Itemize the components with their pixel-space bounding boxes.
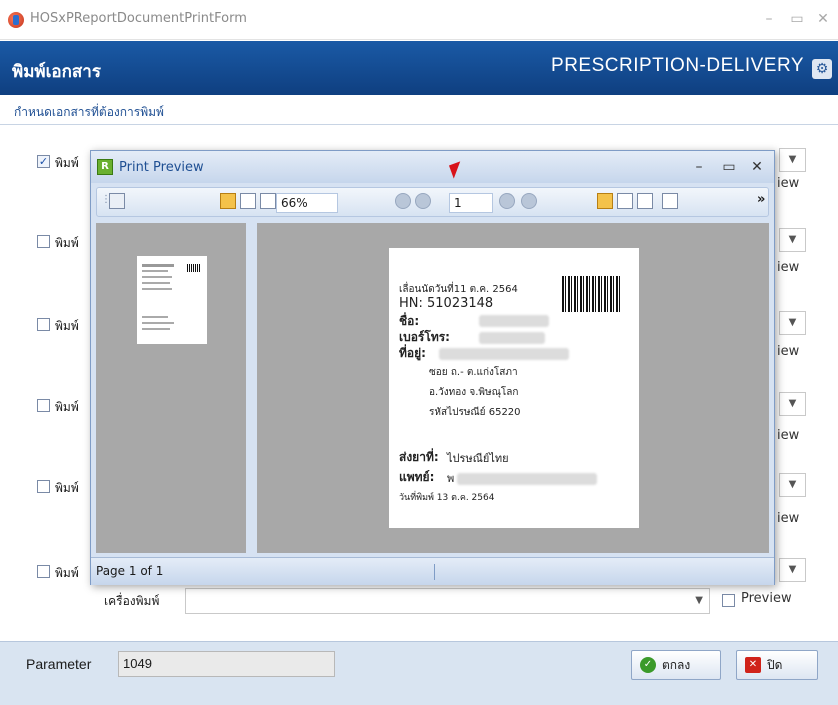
preview-label: iew	[777, 511, 800, 526]
form-header: พิมพ์เอกสาร PRESCRIPTION-DELIVERY ⚙	[0, 41, 838, 95]
row-label: พิมพ์	[55, 319, 79, 333]
first-page-icon[interactable]	[395, 193, 411, 209]
row-label: พิมพ์	[55, 566, 79, 580]
document-combo-dropdown[interactable]: ▼	[779, 392, 806, 416]
report-name: PRESCRIPTION-DELIVERY	[551, 55, 804, 76]
form-title: พิมพ์เอกสาร	[12, 62, 101, 82]
next-page-icon[interactable]	[499, 193, 515, 209]
page-count-status: Page 1 of 1	[96, 564, 164, 578]
print-checkbox[interactable]	[37, 480, 50, 493]
document-combo-dropdown[interactable]: ▼	[779, 228, 806, 252]
parameter-field[interactable]: 1049	[118, 651, 335, 677]
preview-maximize-button[interactable]: ▭	[719, 158, 739, 176]
preview-minimize-button[interactable]: –	[689, 158, 709, 176]
redacted-name	[479, 315, 549, 327]
barcode	[562, 276, 622, 312]
preview-checkbox-label: Preview	[741, 591, 792, 606]
address-line-2: อ.วังทอง จ.พิษณุโลก	[429, 387, 519, 398]
print-preview-titlebar: R Print Preview – ▭ ✕	[91, 151, 774, 183]
minimize-button[interactable]: –	[758, 9, 780, 29]
window-titlebar: HOSxPReportDocumentPrintForm – ▭ ✕	[0, 0, 838, 40]
redacted-doctor	[457, 473, 597, 485]
hn-line: HN: 51023148	[399, 296, 494, 311]
maximize-button[interactable]: ▭	[786, 9, 808, 29]
parameter-label: Parameter	[26, 656, 92, 672]
row-label: พิมพ์	[55, 236, 79, 250]
print-date: วันที่พิมพ์ 13 ต.ค. 2564	[399, 493, 495, 503]
document-combo-dropdown[interactable]: ▼	[779, 311, 806, 335]
page-number-field[interactable]: 1	[449, 193, 493, 213]
printer-combo[interactable]: ▼	[185, 588, 710, 614]
whole-page-icon[interactable]	[260, 193, 276, 209]
previous-page-icon[interactable]	[415, 193, 431, 209]
document-combo-dropdown[interactable]: ▼	[779, 473, 806, 497]
preview-canvas[interactable]: เลื่อนนัดวันที่11 ต.ค. 2564 HN: 51023148…	[257, 223, 769, 553]
two-page-view-icon[interactable]	[617, 193, 633, 209]
ship-label: ส่งยาที่:	[399, 450, 439, 464]
preview-label: iew	[777, 344, 800, 359]
address-line-3: รหัสไปรษณีย์ 65220	[429, 407, 521, 418]
report-icon: R	[97, 159, 113, 175]
close-window-button[interactable]: ✕	[812, 9, 834, 29]
ok-button-label: ตกลง	[662, 657, 691, 672]
toolbar-grip[interactable]: ⋮	[101, 194, 111, 212]
preview-statusbar: Page 1 of 1	[91, 557, 774, 585]
print-checkbox[interactable]	[37, 235, 50, 248]
close-icon: ✕	[745, 657, 761, 673]
redacted-address	[439, 348, 569, 360]
close-button-label: ปิด	[767, 657, 783, 672]
one-page-view-icon[interactable]	[597, 193, 613, 209]
print-checkbox[interactable]	[37, 565, 50, 578]
preview-close-button[interactable]: ✕	[747, 158, 767, 176]
address-label: ที่อยู่:	[399, 346, 426, 360]
preview-page: เลื่อนนัดวันที่11 ต.ค. 2564 HN: 51023148…	[389, 248, 639, 528]
last-page-icon[interactable]	[521, 193, 537, 209]
check-icon: ✓	[640, 657, 656, 673]
multi-page-view-icon[interactable]	[662, 193, 678, 209]
preview-checkbox[interactable]	[722, 594, 735, 607]
printer-label: เครื่องพิมพ์	[104, 594, 160, 608]
doctor-value: พ	[447, 472, 455, 485]
zoom-field[interactable]: 66%	[276, 193, 338, 213]
doctor-label: แพทย์:	[399, 470, 435, 484]
row-label: พิมพ์	[55, 156, 79, 170]
print-icon[interactable]	[109, 193, 125, 209]
preview-label: iew	[777, 176, 800, 191]
single-page-icon[interactable]	[220, 193, 236, 209]
address-line-1: ซอย ถ.- ต.แก่งโสภา	[429, 367, 518, 378]
chevron-down-icon[interactable]: ▼	[695, 595, 703, 606]
appointment-line: เลื่อนนัดวันที่11 ต.ค. 2564	[399, 284, 518, 295]
print-preview-title: Print Preview	[119, 160, 204, 175]
document-combo-dropdown[interactable]: ▼	[779, 148, 806, 172]
close-button[interactable]: ✕ ปิด	[736, 650, 818, 680]
ship-value: ไปรษณีย์ไทย	[447, 452, 509, 465]
gear-icon[interactable]: ⚙	[812, 59, 832, 79]
thumbnail-pane	[96, 223, 246, 553]
window-title: HOSxPReportDocumentPrintForm	[30, 11, 247, 26]
preview-toolbar: ⋮ 66% 1 »	[96, 187, 769, 217]
print-checkbox[interactable]	[37, 399, 50, 412]
form-footer: Parameter 1049 ✓ ตกลง ✕ ปิด	[0, 641, 838, 705]
page-thumbnail[interactable]	[137, 256, 207, 344]
page-width-icon[interactable]	[240, 193, 256, 209]
status-divider	[434, 564, 435, 580]
print-checkbox[interactable]	[37, 318, 50, 331]
row-label: พิมพ์	[55, 400, 79, 414]
preview-label: iew	[777, 260, 800, 275]
preview-label: iew	[777, 428, 800, 443]
four-page-view-icon[interactable]	[637, 193, 653, 209]
section-header: กำหนดเอกสารที่ต้องการพิมพ์	[0, 95, 838, 125]
toolbar-overflow-button[interactable]: »	[757, 192, 765, 210]
print-checkbox[interactable]: ✓	[37, 155, 50, 168]
redacted-phone	[479, 332, 545, 344]
row-label: พิมพ์	[55, 481, 79, 495]
section-label: กำหนดเอกสารที่ต้องการพิมพ์	[14, 105, 164, 119]
ok-button[interactable]: ✓ ตกลง	[631, 650, 721, 680]
print-preview-window: R Print Preview – ▭ ✕ ⋮ 66% 1 » เลื่อนนั…	[90, 150, 775, 585]
app-icon	[8, 12, 24, 28]
document-combo-dropdown[interactable]: ▼	[779, 558, 806, 582]
